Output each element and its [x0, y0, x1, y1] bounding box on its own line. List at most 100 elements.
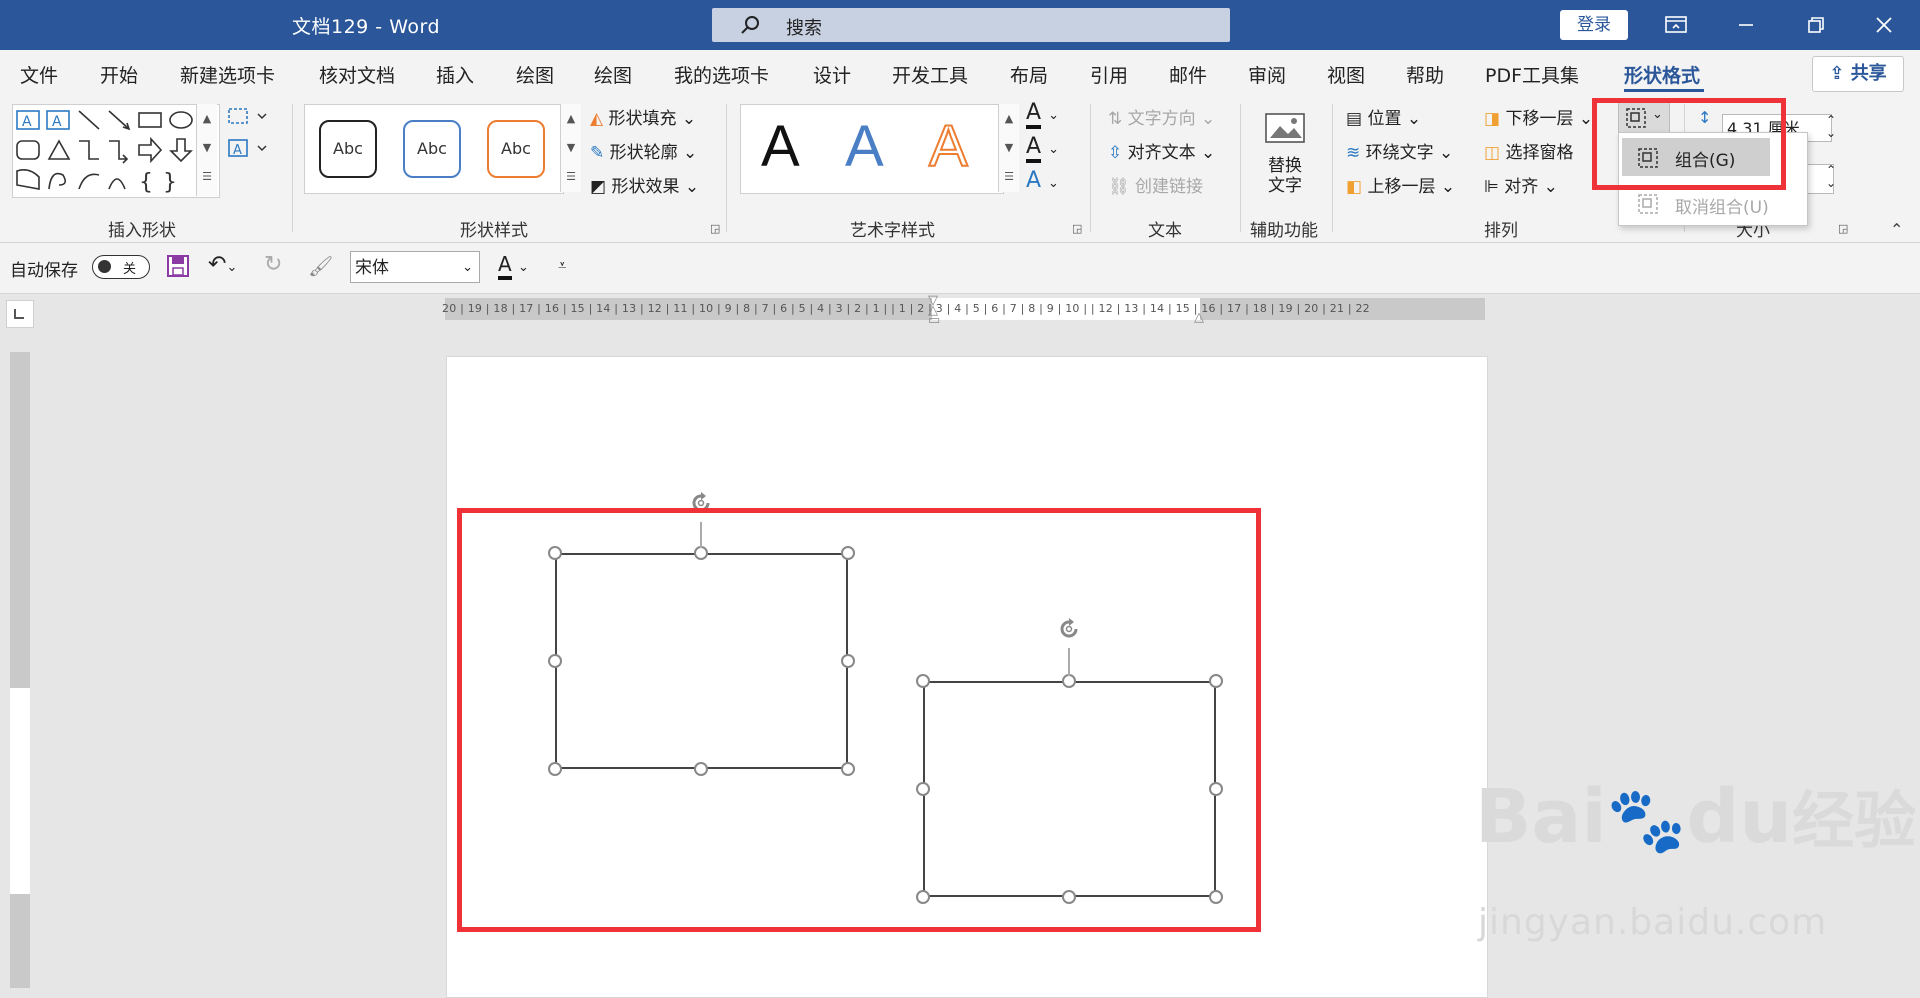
font-name-value: 宋体: [355, 258, 389, 278]
watermark-brand-3: 经验: [1792, 784, 1917, 857]
scroll-up-icon[interactable]: ▲: [999, 104, 1019, 133]
tab-review-doc[interactable]: 核对文档: [319, 61, 395, 88]
tab-review[interactable]: 审阅: [1248, 61, 1286, 88]
wrap-text-icon: ≋: [1346, 143, 1361, 163]
tab-new[interactable]: 新建选项卡: [180, 61, 275, 88]
menu-item-ungroup-label[interactable]: 取消组合(U): [1675, 193, 1769, 218]
spin-icon[interactable]: ⌃ ⌄: [1826, 164, 1836, 190]
create-link-button[interactable]: ⛓ 创建链接: [1108, 172, 1203, 197]
shape-style-sample-3[interactable]: Abc: [487, 120, 545, 178]
login-button[interactable]: 登录: [1560, 10, 1628, 40]
wordart-sample-2[interactable]: A: [845, 113, 884, 180]
autosave-label: 自动保存: [10, 261, 78, 281]
shape-outline-button[interactable]: ✎ 形状轮廓 ⌄: [590, 138, 697, 163]
undo-icon[interactable]: ↶⌄: [208, 252, 237, 277]
tab-pdf-tools[interactable]: PDF工具集: [1485, 61, 1579, 88]
text-fill-icon[interactable]: A ⌄: [1026, 100, 1059, 129]
scroll-up-icon[interactable]: ▲: [197, 104, 217, 133]
shapes-gallery[interactable]: A A { }: [12, 104, 220, 198]
text-outline-icon[interactable]: A ⌄: [1026, 134, 1059, 163]
wordart-gallery[interactable]: A A A: [740, 104, 1004, 194]
alt-text-button[interactable]: 替换 文字: [1268, 156, 1302, 196]
dialog-launcher-icon[interactable]: ◲: [1838, 222, 1848, 235]
text-effects-icon[interactable]: A ⌄: [1026, 168, 1059, 193]
minimize-icon[interactable]: [1726, 10, 1766, 40]
wordart-sample-1[interactable]: A: [761, 113, 800, 180]
shapes-gallery-icons: A A { }: [16, 110, 193, 195]
search-icon: [741, 16, 759, 34]
restore-icon[interactable]: [1796, 10, 1836, 40]
position-button[interactable]: ▤ 位置 ⌄: [1346, 104, 1421, 129]
shape-styles-gallery[interactable]: Abc Abc Abc: [304, 104, 564, 194]
tab-mailings[interactable]: 邮件: [1169, 61, 1207, 88]
text-direction-button[interactable]: ⇅ 文字方向 ⌄: [1108, 104, 1215, 129]
group-label-arrange: 排列: [1484, 221, 1518, 241]
search-box[interactable]: 搜索: [712, 8, 1230, 42]
autosave-toggle[interactable]: 关: [92, 255, 150, 279]
share-button[interactable]: ⇪ 共享: [1812, 56, 1904, 92]
position-icon: ▤: [1346, 109, 1363, 129]
group-label-text: 文本: [1148, 221, 1182, 241]
ribbon-display-icon[interactable]: [1656, 10, 1696, 40]
wrap-text-button[interactable]: ≋ 环绕文字 ⌄: [1346, 138, 1453, 163]
tab-selector-button[interactable]: [6, 300, 34, 328]
gallery-more-icon[interactable]: ☰: [197, 162, 217, 191]
send-backward-button[interactable]: ◨ 下移一层 ⌄: [1484, 104, 1593, 129]
alt-text-icon[interactable]: [1264, 108, 1310, 152]
tab-help[interactable]: 帮助: [1406, 61, 1444, 88]
font-name-select[interactable]: 宋体 ⌄: [350, 251, 480, 283]
pen-icon: ✎: [590, 143, 605, 163]
tab-shape-format[interactable]: 形状格式: [1624, 61, 1700, 88]
tab-view[interactable]: 视图: [1327, 61, 1365, 88]
tab-layout[interactable]: 布局: [1010, 61, 1048, 88]
tab-draw-2[interactable]: 绘图: [594, 61, 632, 88]
wordart-sample-3[interactable]: A: [928, 113, 969, 180]
scroll-up-icon[interactable]: ▲: [561, 104, 581, 133]
dialog-launcher-icon[interactable]: ◲: [1072, 222, 1082, 235]
tab-draw[interactable]: 绘图: [516, 61, 554, 88]
text-box-icon[interactable]: A: [226, 136, 270, 165]
indent-marker-icon[interactable]: ▽ △ ▭: [928, 294, 940, 327]
bring-forward-label: 上移一层: [1367, 177, 1436, 197]
dialog-launcher-icon[interactable]: ◲: [710, 222, 720, 235]
tab-design[interactable]: 设计: [813, 61, 851, 88]
scroll-down-icon[interactable]: ▼: [197, 133, 217, 162]
baidu-watermark-logo: Bai🐾du经验: [1475, 770, 1916, 860]
link-icon: ⛓: [1108, 177, 1130, 197]
spin-icon[interactable]: ⌃ ⌄: [1826, 114, 1836, 140]
gallery-more-icon[interactable]: ☰: [561, 162, 581, 191]
tab-file[interactable]: 文件: [20, 61, 58, 88]
tab-developer[interactable]: 开发工具: [892, 61, 968, 88]
align-text-button[interactable]: ⇳ 对齐文本 ⌄: [1108, 138, 1215, 163]
shape-effects-button[interactable]: ◩ 形状效果 ⌄: [590, 172, 699, 197]
tab-references[interactable]: 引用: [1090, 61, 1128, 88]
gallery-more-icon[interactable]: ☰: [999, 162, 1019, 191]
bring-forward-button[interactable]: ◧ 上移一层 ⌄: [1346, 172, 1455, 197]
selection-pane-button[interactable]: ◫ 选择窗格: [1484, 138, 1573, 163]
edit-shape-icon[interactable]: [226, 104, 270, 133]
format-painter-icon[interactable]: 🖌: [308, 254, 333, 278]
position-label: 位置: [1367, 109, 1402, 129]
shape-style-sample-2[interactable]: Abc: [403, 120, 461, 178]
customize-qat-icon[interactable]: ⩡: [558, 256, 566, 274]
right-indent-icon[interactable]: △: [1194, 310, 1204, 325]
alt-text-label-1: 替换: [1268, 156, 1302, 176]
collapse-ribbon-icon[interactable]: ⌃: [1890, 220, 1903, 239]
align-icon: ⊫: [1484, 177, 1499, 197]
tab-my-tab[interactable]: 我的选项卡: [674, 61, 769, 88]
scroll-down-icon[interactable]: ▼: [561, 133, 581, 162]
close-icon[interactable]: [1864, 10, 1904, 40]
shape-fill-button[interactable]: ◭ 形状填充 ⌄: [590, 104, 696, 129]
shapes-gallery-scroll[interactable]: ▲ ▼ ☰: [196, 104, 217, 196]
shape-styles-scroll[interactable]: ▲ ▼ ☰: [560, 104, 581, 192]
tab-insert[interactable]: 插入: [436, 61, 474, 88]
tab-home[interactable]: 开始: [100, 61, 138, 88]
shape-style-sample-1[interactable]: Abc: [319, 120, 377, 178]
font-color-icon[interactable]: A ⌄: [498, 252, 529, 280]
scroll-down-icon[interactable]: ▼: [999, 133, 1019, 162]
redo-icon[interactable]: ↻: [264, 252, 282, 277]
wordart-scroll[interactable]: ▲ ▼ ☰: [998, 104, 1019, 192]
save-icon[interactable]: [166, 254, 190, 282]
align-button[interactable]: ⊫ 对齐 ⌄: [1484, 172, 1558, 197]
alt-text-label-2: 文字: [1268, 176, 1302, 196]
